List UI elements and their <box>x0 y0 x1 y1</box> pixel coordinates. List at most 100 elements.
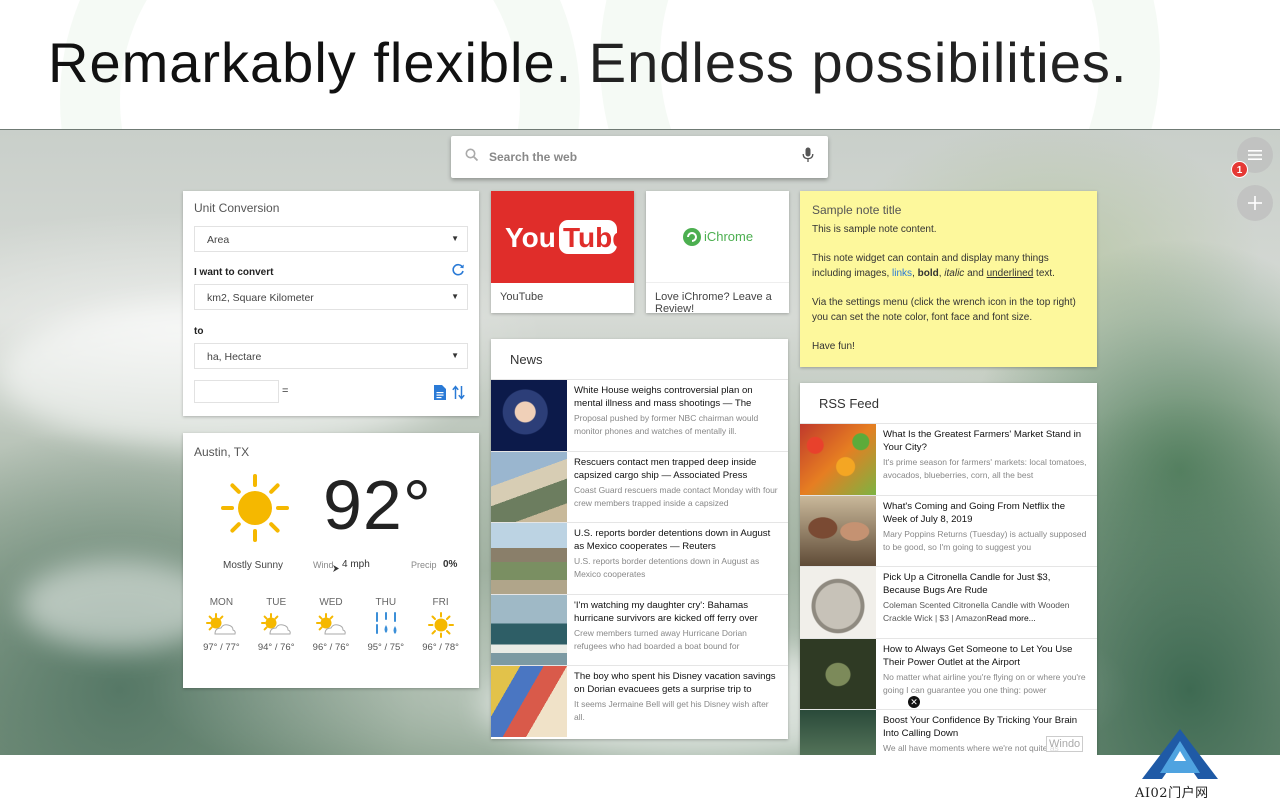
youtube-tile[interactable]: You Tube YouTube <box>491 191 634 313</box>
note-text: text. <box>1033 268 1055 279</box>
day-name: MON <box>209 597 234 608</box>
ichrome-logo: iChrome <box>646 191 789 283</box>
microphone-icon[interactable] <box>802 147 814 168</box>
forecast-day: THU 95° / 75° <box>358 597 413 653</box>
note-underlined-text: underlined <box>986 268 1034 279</box>
close-icon[interactable]: ✕ <box>908 696 920 708</box>
ichrome-icon <box>682 227 701 246</box>
forecast-day: TUE 94° / 76° <box>249 597 304 653</box>
to-unit-select[interactable]: ha, Hectare ▼ <box>194 343 468 369</box>
current-temperature: 92° <box>323 466 432 544</box>
news-item[interactable]: 'I'm watching my daughter cry': Bahamas … <box>491 593 788 665</box>
value-input[interactable] <box>194 380 279 403</box>
rss-headline: What's Coming and Going From Netflix the… <box>883 500 1066 525</box>
headline-bold: Remarkably flexible <box>48 31 556 94</box>
youtube-logo-tube: Tube <box>563 222 621 253</box>
forecast-day: FRI 96° / 78° <box>413 597 468 653</box>
sunny-icon <box>413 608 468 642</box>
rss-summary: Coleman Scented Citronella Candle with W… <box>883 599 1090 625</box>
forecast: MON 97° / 77° TUE 94° / 76° WED 96° / 76… <box>194 597 468 653</box>
note-widget[interactable]: Sample note title This is sample note co… <box>800 191 1097 367</box>
note-title: Sample note title <box>812 203 902 217</box>
document-icon[interactable] <box>434 385 446 405</box>
category-value: Area <box>207 234 230 246</box>
ichrome-logo-text: iChrome <box>703 229 754 244</box>
youtube-logo: You Tube <box>491 191 634 283</box>
rss-thumbnail <box>800 710 876 755</box>
weather-widget: Austin, TX 92° Mostly Sunny Wind 4 mph P… <box>183 433 479 688</box>
tile-label: Love iChrome? Leave a Review! <box>655 291 772 315</box>
from-unit-select[interactable]: km2, Square Kilometer ▼ <box>194 284 468 310</box>
widget-title: News <box>510 352 543 367</box>
category-select[interactable]: Area ▼ <box>194 226 468 252</box>
rss-summary: It's prime season for farmers' markets: … <box>883 457 1087 480</box>
rss-item[interactable]: How to Always Get Someone to Let You Use… <box>800 637 1097 709</box>
news-widget: News White House weighs controversial pl… <box>491 339 788 739</box>
rss-thumbnail <box>800 638 876 709</box>
precip-value: 0% <box>443 559 458 570</box>
rss-thumbnail <box>800 567 876 638</box>
news-item[interactable]: White House weighs controversial plan on… <box>491 379 788 451</box>
windows-activation-text: Windo <box>1046 736 1084 752</box>
news-summary: Proposal pushed by former NBC chairman w… <box>574 413 759 436</box>
rss-headline: Pick Up a Citronella Candle for Just $3,… <box>883 572 1051 596</box>
rss-summary: No matter what airline you're flying on … <box>883 671 1086 695</box>
note-paragraph: This note widget can contain and display… <box>812 251 1085 281</box>
news-thumbnail <box>491 523 567 594</box>
rss-summary-text: Coleman Scented Citronella Candle with W… <box>883 600 1070 623</box>
news-item[interactable]: Rescuers contact men trapped deep inside… <box>491 450 788 522</box>
rss-item[interactable]: What's Coming and Going From Netflix the… <box>800 494 1097 566</box>
search-input[interactable]: Search the web <box>489 150 802 164</box>
partly-sunny-icon <box>249 608 304 642</box>
day-name: THU <box>375 597 397 608</box>
note-text: and <box>964 268 987 279</box>
dropdown-arrow-icon: ▼ <box>451 234 459 243</box>
rss-item[interactable]: Pick Up a Citronella Candle for Just $3,… <box>800 566 1097 638</box>
forecast-day: MON 97° / 77° <box>194 597 249 653</box>
rss-summary: Mary Poppins Returns (Tuesday) is actual… <box>883 528 1087 552</box>
equals-sign: = <box>282 385 289 397</box>
headline: Remarkably flexible. Endless possibiliti… <box>48 30 1127 96</box>
swap-icon[interactable] <box>452 385 465 405</box>
dashboard-background: Search the web 1 Unit Conversion Area ▼ … <box>0 129 1280 755</box>
add-widget-button[interactable] <box>1237 185 1273 221</box>
note-line: This is sample note content. <box>812 224 937 235</box>
dropdown-arrow-icon: ▼ <box>451 292 459 301</box>
sunny-icon <box>220 473 290 548</box>
unit-conversion-widget: Unit Conversion Area ▼ I want to convert… <box>183 191 479 416</box>
news-thumbnail <box>491 594 567 665</box>
convert-label: I want to convert <box>194 267 274 278</box>
rain-icon <box>358 608 413 642</box>
tile-label: YouTube <box>500 291 544 303</box>
rss-headline: How to Always Get Someone to Let You Use… <box>883 643 1073 668</box>
search-icon <box>465 148 479 167</box>
news-headline: Rescuers contact men trapped deep inside… <box>574 456 757 481</box>
day-temp-range: 96° / 78° <box>422 642 459 653</box>
partly-sunny-icon <box>194 608 249 642</box>
day-name: FRI <box>432 597 449 608</box>
promo-banner: Remarkably flexible. Endless possibiliti… <box>0 0 1280 129</box>
day-temp-range: 94° / 76° <box>257 642 295 653</box>
note-link[interactable]: links <box>892 268 912 279</box>
watermark-text: AI02门户网 <box>1135 786 1209 800</box>
headline-light: . Endless possibilities. <box>555 31 1128 94</box>
news-thumbnail <box>491 666 567 737</box>
news-headline: White House weighs controversial plan on… <box>574 385 753 409</box>
to-unit-value: ha, Hectare <box>207 351 262 363</box>
news-item[interactable]: U.S. reports border detentions down in A… <box>491 522 788 594</box>
partly-sunny-icon <box>304 608 359 642</box>
rss-item[interactable]: What Is the Greatest Farmers' Market Sta… <box>800 423 1097 495</box>
news-thumbnail <box>491 451 567 522</box>
watermark-logo <box>1140 727 1220 786</box>
refresh-icon[interactable] <box>451 263 465 282</box>
read-more-link[interactable]: Read more... <box>987 613 1036 623</box>
note-italic-text: italic <box>944 268 965 279</box>
news-item[interactable]: The boy who spent his Disney vacation sa… <box>491 665 788 737</box>
ichrome-review-tile[interactable]: iChrome Love iChrome? Leave a Review! <box>646 191 789 315</box>
news-thumbnail <box>491 380 567 451</box>
notification-badge: 1 <box>1231 161 1248 178</box>
note-line: Via the settings menu (click the wrench … <box>812 297 1076 323</box>
day-temp-range: 97° / 77° <box>203 642 240 653</box>
bottom-strip <box>0 755 1280 800</box>
search-bar[interactable]: Search the web <box>451 136 828 178</box>
